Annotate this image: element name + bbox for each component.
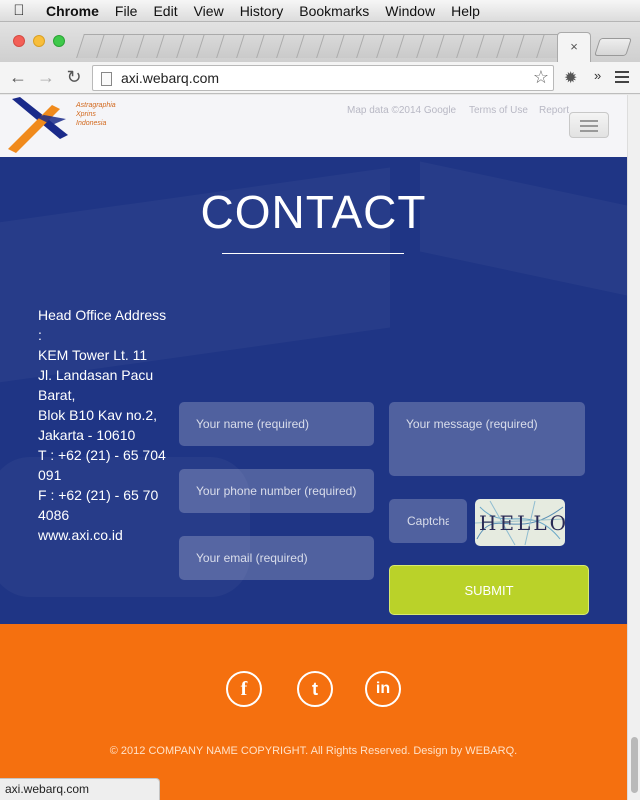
facebook-icon[interactable]: f: [226, 671, 262, 707]
logo-text: Astragraphia Xprins Indonesia: [76, 102, 116, 127]
apple-icon[interactable]: : [0, 2, 38, 19]
page-viewport: Map data ©2014 Google Terms of Use Repor…: [0, 95, 627, 800]
collapsed-tabs: [76, 34, 567, 58]
map-report-link[interactable]: Report: [539, 105, 569, 116]
bookmark-star-icon[interactable]: ☆: [533, 67, 549, 88]
address-line: Barat,: [38, 387, 76, 403]
page-scrollbar[interactable]: [627, 95, 640, 800]
copyright-text: © 2012 COMPANY NAME COPYRIGHT. All Right…: [109, 745, 518, 757]
twitter-icon[interactable]: t: [297, 671, 333, 707]
site-footer: f t in © 2012 COMPANY NAME COPYRIGHT. Al…: [0, 624, 627, 800]
new-tab-button[interactable]: [594, 38, 632, 56]
message-textarea[interactable]: [389, 402, 585, 476]
submit-button[interactable]: SUBMIT: [389, 565, 589, 615]
email-input[interactable]: [179, 536, 374, 580]
captcha-image: HELLO: [475, 499, 565, 546]
menu-app-chrome[interactable]: Chrome: [38, 3, 107, 19]
contact-title: CONTACT: [200, 186, 427, 238]
address-bar[interactable]: axi.webarq.com ☆: [92, 65, 554, 91]
window-zoom-button[interactable]: [53, 35, 65, 47]
reload-icon[interactable]: ↻: [62, 66, 86, 90]
os-menubar:  Chrome File Edit View History Bookmark…: [0, 0, 640, 22]
menu-help[interactable]: Help: [443, 3, 488, 19]
menu-bookmarks[interactable]: Bookmarks: [291, 3, 377, 19]
window-minimize-button[interactable]: [33, 35, 45, 47]
fax-line: F : +62 (21) - 65 70: [38, 487, 159, 503]
name-input[interactable]: [179, 402, 374, 446]
menu-file[interactable]: File: [107, 3, 146, 19]
phone-input[interactable]: [179, 469, 374, 513]
nav-menu-toggle[interactable]: [569, 112, 609, 138]
address-line: :: [38, 327, 42, 343]
menu-window[interactable]: Window: [377, 3, 443, 19]
logo-mark-icon: [8, 97, 68, 153]
forward-arrow-icon[interactable]: →: [34, 66, 58, 90]
page-icon: [101, 72, 112, 86]
linkedin-icon[interactable]: in: [365, 671, 401, 707]
address-line: KEM Tower Lt. 11: [38, 347, 148, 363]
browser-toolbar: ← → ↻ axi.webarq.com ☆ ✹ »: [0, 62, 640, 94]
chrome-menu-icon[interactable]: [615, 71, 629, 85]
map-data-credit: Map data ©2014 Google: [347, 105, 457, 116]
fax-line: 4086: [38, 507, 70, 523]
title-divider: [222, 253, 404, 254]
active-tab[interactable]: ×: [557, 32, 591, 62]
address-line: Head Office Address: [38, 307, 167, 323]
phone-line: T : +62 (21) - 65 704: [38, 447, 166, 463]
menu-view[interactable]: View: [186, 3, 232, 19]
captcha-text: HELLO: [479, 511, 565, 535]
menu-edit[interactable]: Edit: [145, 3, 185, 19]
website-link[interactable]: www.axi.co.id: [38, 525, 173, 545]
tab-close-icon[interactable]: ×: [570, 39, 578, 54]
back-arrow-icon[interactable]: ←: [6, 66, 30, 90]
captcha-input[interactable]: [389, 499, 467, 543]
address-line: Jakarta - 10610: [38, 427, 136, 443]
status-bubble: axi.webarq.com: [0, 778, 160, 800]
menu-history[interactable]: History: [232, 3, 292, 19]
more-extensions-icon[interactable]: »: [594, 68, 601, 83]
scrollbar-thumb[interactable]: [631, 737, 638, 793]
window-close-button[interactable]: [13, 35, 25, 47]
map-terms-link[interactable]: Terms of Use: [469, 105, 528, 116]
address-line: Jl. Landasan Pacu: [38, 367, 154, 383]
address-line: Blok B10 Kav no.2,: [38, 407, 158, 423]
extension-icon[interactable]: ✹: [564, 68, 584, 88]
phone-line: 091: [38, 467, 62, 483]
browser-tab-strip: ×: [0, 22, 640, 62]
address-bar-url[interactable]: axi.webarq.com: [121, 70, 219, 86]
contact-section: CONTACT Head Office Address : KEM Tower …: [0, 157, 627, 624]
site-logo[interactable]: Astragraphia Xprins Indonesia: [6, 95, 126, 153]
head-office-address: Head Office Address : KEM Tower Lt. 11 J…: [38, 305, 173, 545]
site-header: Map data ©2014 Google Terms of Use Repor…: [0, 95, 627, 157]
